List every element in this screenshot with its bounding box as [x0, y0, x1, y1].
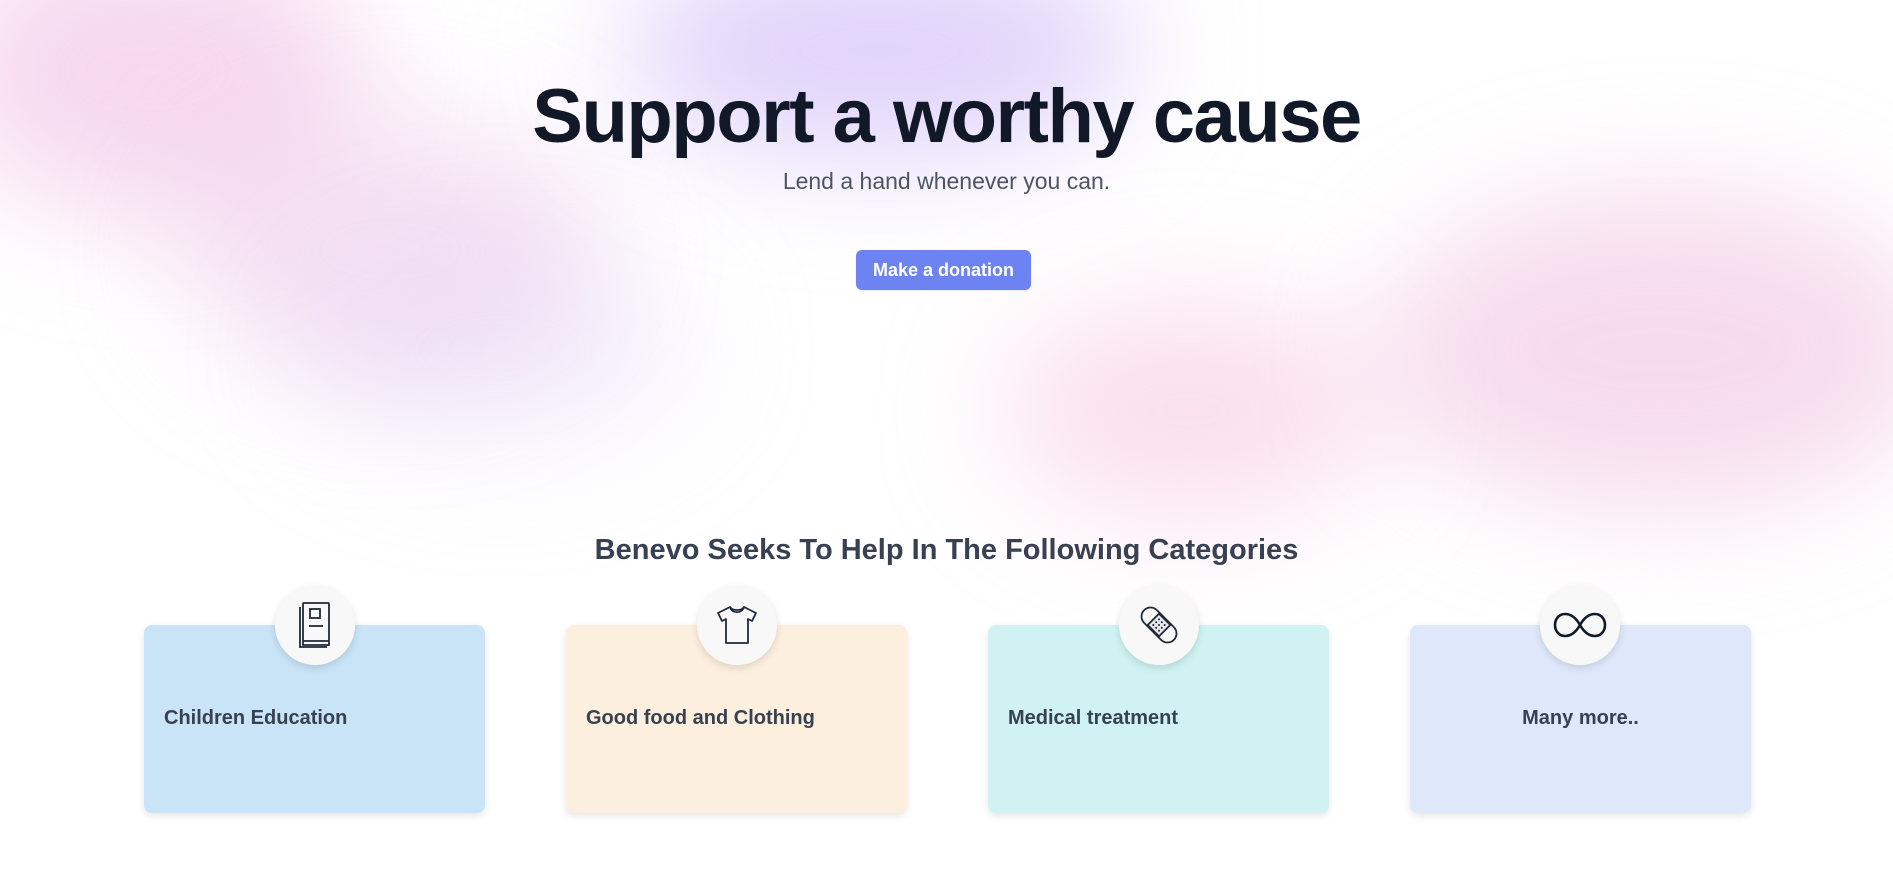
category-card-food-clothing[interactable]: Good food and Clothing: [566, 585, 907, 813]
infinity-icon: [1553, 612, 1607, 638]
categories-heading: Benevo Seeks To Help In The Following Ca…: [594, 534, 1299, 566]
category-icon-badge: [1119, 585, 1199, 665]
category-icon-badge: [275, 585, 355, 665]
category-label: Many more..: [1522, 707, 1639, 729]
background-blob: [300, 250, 700, 450]
category-label: Children Education: [164, 707, 348, 729]
tshirt-icon: [717, 606, 757, 644]
background-blob: [1380, 190, 1893, 510]
category-label: Good food and Clothing: [586, 707, 815, 729]
category-card-medical-treatment[interactable]: Medical treatment: [988, 585, 1329, 813]
make-donation-button[interactable]: Make a donation: [856, 250, 1031, 290]
book-icon: [299, 602, 330, 648]
hero-title: Support a worthy cause: [532, 74, 1362, 159]
category-icon-badge: [1540, 585, 1620, 665]
category-card-children-education[interactable]: Children Education: [144, 585, 485, 813]
bandage-icon: [1140, 606, 1178, 644]
hero-subtitle: Lend a hand whenever you can.: [782, 168, 1111, 194]
category-card-many-more[interactable]: Many more..: [1410, 585, 1751, 813]
category-label: Medical treatment: [1008, 707, 1179, 729]
background-blob: [1000, 300, 1380, 520]
category-icon-badge: [697, 585, 777, 665]
